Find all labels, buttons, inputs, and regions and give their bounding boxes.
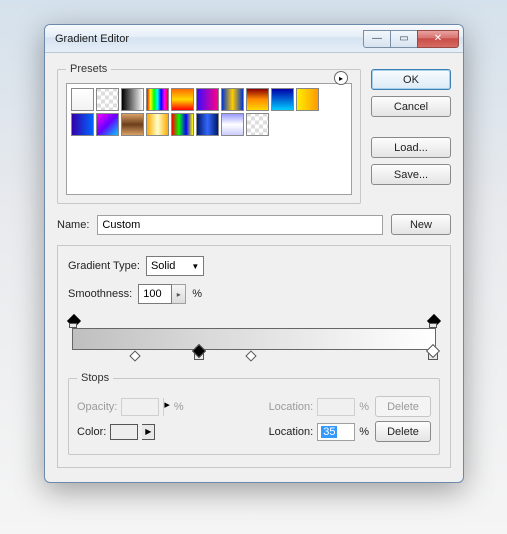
preset-swatch[interactable] xyxy=(71,88,94,111)
chevron-right-icon: ▸ xyxy=(163,398,170,416)
save-button[interactable]: Save... xyxy=(371,164,451,185)
color-picker-icon[interactable]: ▶ xyxy=(142,424,155,440)
opacity-input xyxy=(121,398,159,416)
gradient-bar[interactable] xyxy=(72,328,436,350)
presets-list[interactable] xyxy=(66,83,352,195)
name-input[interactable]: Custom xyxy=(97,215,383,235)
gradient-editor-window: Gradient Editor — ▭ ✕ Presets ▸ OK Cance… xyxy=(44,24,464,483)
smoothness-label: Smoothness: xyxy=(68,288,132,300)
preset-swatch[interactable] xyxy=(146,113,169,136)
preset-swatch[interactable] xyxy=(246,113,269,136)
preset-swatch[interactable] xyxy=(196,113,219,136)
preset-swatch[interactable] xyxy=(121,113,144,136)
gradient-type-select[interactable]: Solid▼ xyxy=(146,256,204,276)
gradient-type-label: Gradient Type: xyxy=(68,260,140,272)
preset-swatch[interactable] xyxy=(71,113,94,136)
gradient-ramp[interactable] xyxy=(68,316,440,368)
presets-fieldset: Presets ▸ xyxy=(57,63,361,204)
window-title: Gradient Editor xyxy=(55,33,364,45)
cancel-button[interactable]: Cancel xyxy=(371,96,451,117)
gradient-settings: Gradient Type: Solid▼ Smoothness: 100 ▸ … xyxy=(57,245,451,468)
op-location-label: Location: xyxy=(269,401,314,413)
midpoint-marker[interactable] xyxy=(245,350,256,361)
preset-swatch[interactable] xyxy=(246,88,269,111)
color-swatch[interactable] xyxy=(110,424,138,440)
preset-swatch[interactable] xyxy=(271,88,294,111)
chevron-right-icon[interactable]: ▸ xyxy=(172,284,186,304)
close-button[interactable]: ✕ xyxy=(417,30,459,48)
stops-legend: Stops xyxy=(77,372,113,384)
color-stop[interactable] xyxy=(194,350,206,364)
preset-swatch[interactable] xyxy=(196,88,219,111)
ok-button[interactable]: OK xyxy=(371,69,451,90)
opacity-stop[interactable] xyxy=(428,315,440,327)
preset-swatch[interactable] xyxy=(221,113,244,136)
presets-menu-icon[interactable]: ▸ xyxy=(334,71,348,85)
opacity-label: Opacity: xyxy=(77,401,117,413)
preset-swatch[interactable] xyxy=(96,88,119,111)
preset-swatch[interactable] xyxy=(221,88,244,111)
new-button[interactable]: New xyxy=(391,214,451,235)
opacity-stop[interactable] xyxy=(68,315,80,327)
preset-swatch[interactable] xyxy=(296,88,319,111)
op-location-input xyxy=(317,398,355,416)
load-button[interactable]: Load... xyxy=(371,137,451,158)
titlebar[interactable]: Gradient Editor — ▭ ✕ xyxy=(45,25,463,53)
col-location-input[interactable]: 35 xyxy=(317,423,355,441)
midpoint-marker[interactable] xyxy=(130,350,141,361)
name-label: Name: xyxy=(57,219,89,231)
delete-opacity-stop-button: Delete xyxy=(375,396,431,417)
stops-fieldset: Stops Opacity: ▸ % Location: % Delete xyxy=(68,372,440,455)
preset-swatch[interactable] xyxy=(171,113,194,136)
color-label: Color: xyxy=(77,426,106,438)
col-location-label: Location: xyxy=(269,426,314,438)
maximize-button[interactable]: ▭ xyxy=(390,30,418,48)
preset-swatch[interactable] xyxy=(96,113,119,136)
preset-swatch[interactable] xyxy=(121,88,144,111)
preset-swatch[interactable] xyxy=(146,88,169,111)
smoothness-input[interactable]: 100 ▸ xyxy=(138,284,186,304)
delete-color-stop-button[interactable]: Delete xyxy=(375,421,431,442)
chevron-down-icon: ▼ xyxy=(191,262,199,271)
color-stop[interactable] xyxy=(428,350,440,364)
minimize-button[interactable]: — xyxy=(363,30,391,48)
presets-legend: Presets xyxy=(66,63,111,75)
preset-swatch[interactable] xyxy=(171,88,194,111)
